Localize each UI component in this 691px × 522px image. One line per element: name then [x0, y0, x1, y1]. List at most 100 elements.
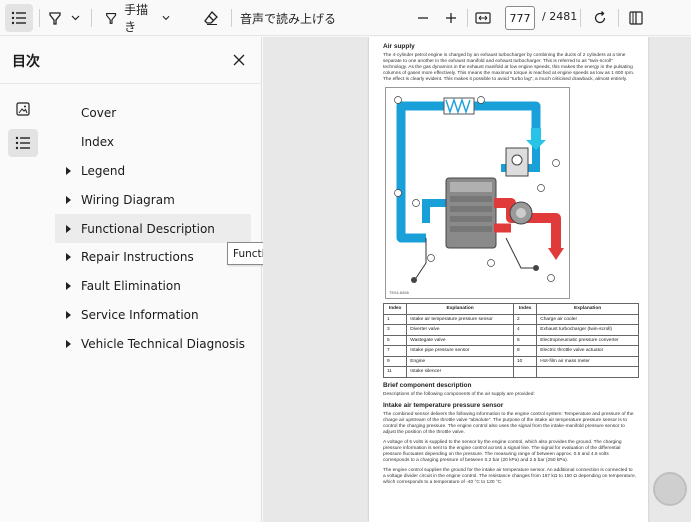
toc-item-label: Repair Instructions	[81, 250, 194, 265]
toc-item-label: Fault Elimination	[81, 279, 181, 294]
doc-heading: Brief component description	[383, 381, 472, 389]
toc-item[interactable]: Vehicle Technical Diagnosis	[55, 329, 251, 358]
table-row: 5 Wastegate valve 6 Electropneumatic pressu…	[382, 334, 639, 346]
table-cell: Engine	[406, 355, 515, 367]
chevron-right-icon	[65, 310, 71, 319]
table-cell: 9	[382, 355, 408, 367]
table-cell: Intake silencer	[406, 366, 515, 378]
toc-item[interactable]: Repair Instructions	[55, 243, 251, 272]
table-cell: Diverter valve	[406, 324, 515, 336]
chevron-right-icon	[65, 195, 71, 204]
floating-action-button[interactable]	[653, 472, 687, 506]
toc-item-label: Legend	[81, 163, 126, 178]
figure-label: TE04-8456	[389, 290, 409, 295]
toolbar-separator	[39, 9, 40, 27]
table-cell: 11	[382, 366, 408, 378]
chevron-right-icon	[65, 339, 71, 348]
table-cell: 8	[513, 345, 538, 357]
chevron-right-icon	[65, 224, 71, 233]
table-cell: Exhaust turbocharger (twin-scroll)	[536, 324, 639, 336]
highlight-options-button[interactable]	[67, 4, 83, 32]
close-icon	[233, 54, 245, 66]
list-icon	[11, 11, 26, 25]
toc-toggle-button[interactable]	[5, 4, 33, 32]
page-number-value: 777	[509, 11, 531, 25]
table-row: 3 Diverter valve 4 Exhaust turbocharger (tw…	[382, 324, 639, 336]
doc-paragraph: A voltage of 5 volts is supplied to the …	[383, 439, 622, 463]
table-body: 1 Intake air temperature pressure sensor 2…	[382, 313, 639, 378]
doc-heading: Intake air temperature pressure sensor	[383, 401, 504, 409]
toc-item[interactable]: Functional Description	[55, 214, 251, 243]
table-cell: Hot-film air mass meter	[536, 355, 639, 367]
table-cell: 10	[513, 355, 538, 367]
table-cell: 7	[382, 345, 408, 357]
doc-paragraph: The 4-cylinder petrol engine is charged …	[383, 53, 635, 82]
table-cell: Electric throttle valve actuator	[536, 345, 639, 357]
close-panel-button[interactable]	[228, 49, 250, 71]
expand-arrow-icon[interactable]	[55, 310, 81, 319]
pen-icon	[106, 13, 117, 24]
table-header-cell: Index	[513, 303, 538, 315]
thumbnails-tab[interactable]	[8, 95, 38, 123]
table-cell: Intake air temperature pressure sensor	[406, 313, 515, 325]
draw-button[interactable]: 手描き	[104, 3, 170, 34]
panel-divider	[0, 83, 262, 84]
chevron-right-icon	[65, 166, 71, 175]
doc-heading: Air supply	[383, 43, 415, 50]
zoom-in-button[interactable]	[440, 4, 462, 32]
toolbar-separator	[91, 9, 92, 27]
doc-paragraph: The combined sensor delivers the followi…	[383, 411, 634, 435]
toc-item[interactable]: Wiring Diagram	[55, 185, 251, 214]
rotate-icon	[594, 11, 606, 24]
expand-arrow-icon[interactable]	[55, 166, 81, 175]
doc-paragraph: The engine control supplies the ground f…	[383, 467, 636, 485]
read-aloud-button[interactable]: 音声で読み上げる	[240, 4, 340, 32]
page-view-button[interactable]	[625, 4, 647, 32]
toc-item[interactable]: Fault Elimination	[55, 272, 251, 301]
table-cell: Intake pipe pressure sensor	[406, 345, 515, 357]
chevron-right-icon	[65, 282, 71, 291]
table-header-cell: Explanation	[536, 303, 639, 315]
index-table: Index Explanation Index Explanation 1 Intake…	[382, 303, 639, 378]
table-cell: 6	[513, 334, 538, 346]
zoom-out-button[interactable]	[412, 4, 434, 32]
toc-item-label: Wiring Diagram	[81, 192, 175, 207]
rotate-button[interactable]	[589, 4, 611, 32]
expand-arrow-icon[interactable]	[55, 224, 81, 233]
expand-arrow-icon[interactable]	[55, 253, 81, 262]
toc-item-label: Index	[81, 135, 115, 150]
table-cell: Wastegate valve	[406, 334, 515, 346]
doc-paragraph: Descriptions of the following components…	[383, 391, 535, 397]
table-row: 1 Intake air temperature pressure sensor 2…	[382, 313, 639, 325]
table-header-cell: Explanation	[406, 303, 515, 315]
table-cell: Electropneumatic pressure converter	[536, 334, 639, 346]
table-cell: 5	[382, 334, 408, 346]
toc-item-label: Cover	[81, 106, 117, 121]
expand-arrow-icon[interactable]	[55, 339, 81, 348]
toc-item[interactable]: Cover	[55, 99, 251, 128]
expand-arrow-icon[interactable]	[55, 282, 81, 291]
image-icon	[16, 102, 30, 116]
highlight-button[interactable]	[44, 4, 66, 32]
toc-item[interactable]: Service Information	[55, 301, 251, 330]
expand-arrow-icon[interactable]	[55, 195, 81, 204]
fit-width-button[interactable]	[472, 4, 494, 32]
toc-item-label: Service Information	[81, 307, 199, 322]
toc-item-label: Vehicle Technical Diagnosis	[81, 336, 245, 351]
panel-title: 目次	[12, 54, 40, 70]
document-viewer[interactable]: Air supply The 4-cylinder petrol engine …	[263, 37, 691, 522]
toc-item[interactable]: Legend	[55, 157, 251, 186]
list-icon	[15, 136, 30, 150]
eraser-icon	[204, 11, 218, 25]
plus-icon	[446, 13, 456, 23]
eraser-button[interactable]	[200, 4, 222, 32]
contents-tab[interactable]	[8, 129, 38, 157]
table-row: 9 Engine 10 Hot-film air mass meter	[382, 355, 639, 367]
diagram-graphic	[394, 96, 564, 283]
page-number-input[interactable]: 777	[505, 6, 535, 30]
toolbar-separator	[467, 9, 468, 27]
toc-item[interactable]: Index	[55, 128, 251, 157]
table-cell	[536, 366, 639, 378]
chevron-right-icon	[65, 253, 71, 262]
read-aloud-label: 音声で読み上げる	[240, 11, 337, 26]
